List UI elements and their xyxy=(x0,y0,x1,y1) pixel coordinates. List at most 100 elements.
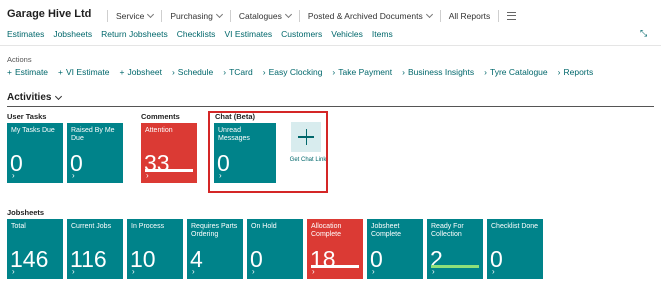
nav-link[interactable]: Checklists xyxy=(177,29,216,39)
menu-purchasing[interactable]: Purchasing xyxy=(170,10,223,21)
tile-label: Checklist Done xyxy=(491,223,539,230)
chevron-down-icon xyxy=(55,92,63,100)
action-take-payment[interactable]: › Take Payment xyxy=(332,67,392,77)
tile-label: Attention xyxy=(145,127,173,134)
menu-divider xyxy=(161,10,163,22)
chevron-right-icon: › xyxy=(484,67,487,77)
tile-label: My Tasks Due xyxy=(11,127,55,134)
divider xyxy=(0,45,661,46)
tile-label: In Process xyxy=(131,223,165,230)
tile-label: Raised By Me Due xyxy=(71,127,115,142)
menu-all-reports-label: All Reports xyxy=(448,11,491,21)
nav-link[interactable]: Estimates xyxy=(7,29,44,39)
action-label: Schedule xyxy=(177,67,214,77)
plus-icon: + xyxy=(7,67,12,77)
chevron-right-icon: › xyxy=(372,267,375,276)
menu-divider xyxy=(439,10,441,22)
tile-current-jobs[interactable]: Current Jobs 116 › xyxy=(67,219,123,279)
chevron-down-icon xyxy=(425,10,433,19)
action-label: VI Estimate xyxy=(66,67,110,77)
chevron-right-icon: › xyxy=(12,171,15,180)
group-title-jobsheets: Jobsheets xyxy=(7,208,45,217)
tile-label: Current Jobs xyxy=(71,223,112,230)
chevron-right-icon: › xyxy=(432,267,435,276)
chevron-down-icon xyxy=(284,10,292,19)
tile-allocation-complete[interactable]: Allocation Complete 18 › xyxy=(307,219,363,279)
action-label: Reports xyxy=(563,67,594,77)
action-jobsheet[interactable]: + Jobsheet xyxy=(119,67,161,77)
chevron-right-icon: › xyxy=(312,267,315,276)
tile-label: Ready For Collection xyxy=(431,223,464,238)
tile-label: On Hold xyxy=(251,223,277,230)
menu-posted-archived[interactable]: Posted & Archived Documents xyxy=(307,10,433,21)
tile-requires-parts-ordering[interactable]: Requires Parts Ordering 4 › xyxy=(187,219,243,279)
action-label: Easy Clocking xyxy=(268,67,323,77)
chevron-down-icon xyxy=(147,10,155,19)
nav-link[interactable]: VI Estimates xyxy=(224,29,272,39)
menu-divider xyxy=(498,10,500,22)
nav-link[interactable]: Customers xyxy=(281,29,322,39)
tile-progress-bar xyxy=(431,265,479,268)
action-tyre-catalogue[interactable]: › Tyre Catalogue xyxy=(484,67,548,77)
nav-links: Estimates Jobsheets Return Jobsheets Che… xyxy=(7,29,402,39)
tile-label: Requires Parts Ordering xyxy=(191,223,238,238)
action-estimate[interactable]: + Estimate xyxy=(7,67,48,77)
menu-catalogues[interactable]: Catalogues xyxy=(238,10,292,21)
menu-divider xyxy=(298,10,300,22)
expand-icon[interactable]: ⤡ xyxy=(640,28,652,38)
chevron-right-icon: › xyxy=(402,67,405,77)
action-label: Jobsheet xyxy=(127,67,162,77)
tile-my-tasks-due[interactable]: My Tasks Due 0 › xyxy=(7,123,63,183)
chevron-right-icon: › xyxy=(72,267,75,276)
tile-attention[interactable]: Attention 33 › xyxy=(141,123,197,183)
chevron-right-icon: › xyxy=(132,267,135,276)
actions-label: Actions xyxy=(7,55,32,64)
tile-progress-bar xyxy=(311,265,359,268)
chevron-right-icon: › xyxy=(12,267,15,276)
menu-catalogues-label: Catalogues xyxy=(238,11,282,21)
nav-link[interactable]: Items xyxy=(372,29,393,39)
chevron-right-icon: › xyxy=(492,267,495,276)
action-label: Tyre Catalogue xyxy=(489,67,548,77)
action-label: Take Payment xyxy=(338,67,393,77)
nav-link[interactable]: Return Jobsheets xyxy=(101,29,168,39)
tile-ready-for-collection[interactable]: Ready For Collection 2 › xyxy=(427,219,483,279)
tile-label: Allocation Complete xyxy=(311,223,342,238)
menu-all-reports[interactable]: All Reports xyxy=(449,11,491,21)
chevron-right-icon: › xyxy=(252,267,255,276)
tile-label: Total xyxy=(11,223,26,230)
action-business-insights[interactable]: › Business Insights xyxy=(402,67,474,77)
activities-title: Activities xyxy=(7,92,52,103)
nav-link[interactable]: Vehicles xyxy=(331,29,363,39)
action-label: TCard xyxy=(229,67,253,77)
highlight-box xyxy=(208,111,328,193)
menu-purchasing-label: Purchasing xyxy=(170,11,213,21)
tile-value: 116 xyxy=(70,246,107,272)
menu-service[interactable]: Service xyxy=(116,10,155,21)
tile-jobsheet-complete[interactable]: Jobsheet Complete 0 › xyxy=(367,219,423,279)
chevron-right-icon: › xyxy=(223,67,227,77)
nav-link[interactable]: Jobsheets xyxy=(53,29,92,39)
chevron-right-icon: › xyxy=(192,267,195,276)
chevron-down-icon xyxy=(215,10,223,19)
chevron-right-icon: › xyxy=(171,67,175,77)
tile-on-hold[interactable]: On Hold 0 › xyxy=(247,219,303,279)
tile-progress-bar xyxy=(145,169,193,172)
tile-total[interactable]: Total 146 › xyxy=(7,219,63,279)
activities-header[interactable]: Activities xyxy=(7,92,63,103)
action-label: Business Insights xyxy=(407,67,475,77)
menu-divider xyxy=(229,10,231,22)
action-tcard[interactable]: › TCard xyxy=(223,67,252,77)
action-schedule[interactable]: › Schedule xyxy=(172,67,213,77)
more-menu-button[interactable] xyxy=(507,12,517,20)
tile-checklist-done[interactable]: Checklist Done 0 › xyxy=(487,219,543,279)
tile-value: 146 xyxy=(10,246,49,272)
tile-raised-by-me-due[interactable]: Raised By Me Due 0 › xyxy=(67,123,123,183)
brand-name[interactable]: Garage Hive Ltd xyxy=(7,8,91,20)
action-reports[interactable]: › Reports xyxy=(558,67,594,77)
action-vi-estimate[interactable]: + VI Estimate xyxy=(58,67,109,77)
group-title-user-tasks: User Tasks xyxy=(7,112,47,121)
tile-in-process[interactable]: In Process 10 › xyxy=(127,219,183,279)
menu-posted-archived-label: Posted & Archived Documents xyxy=(307,11,423,21)
action-easy-clocking[interactable]: › Easy Clocking xyxy=(263,67,323,77)
